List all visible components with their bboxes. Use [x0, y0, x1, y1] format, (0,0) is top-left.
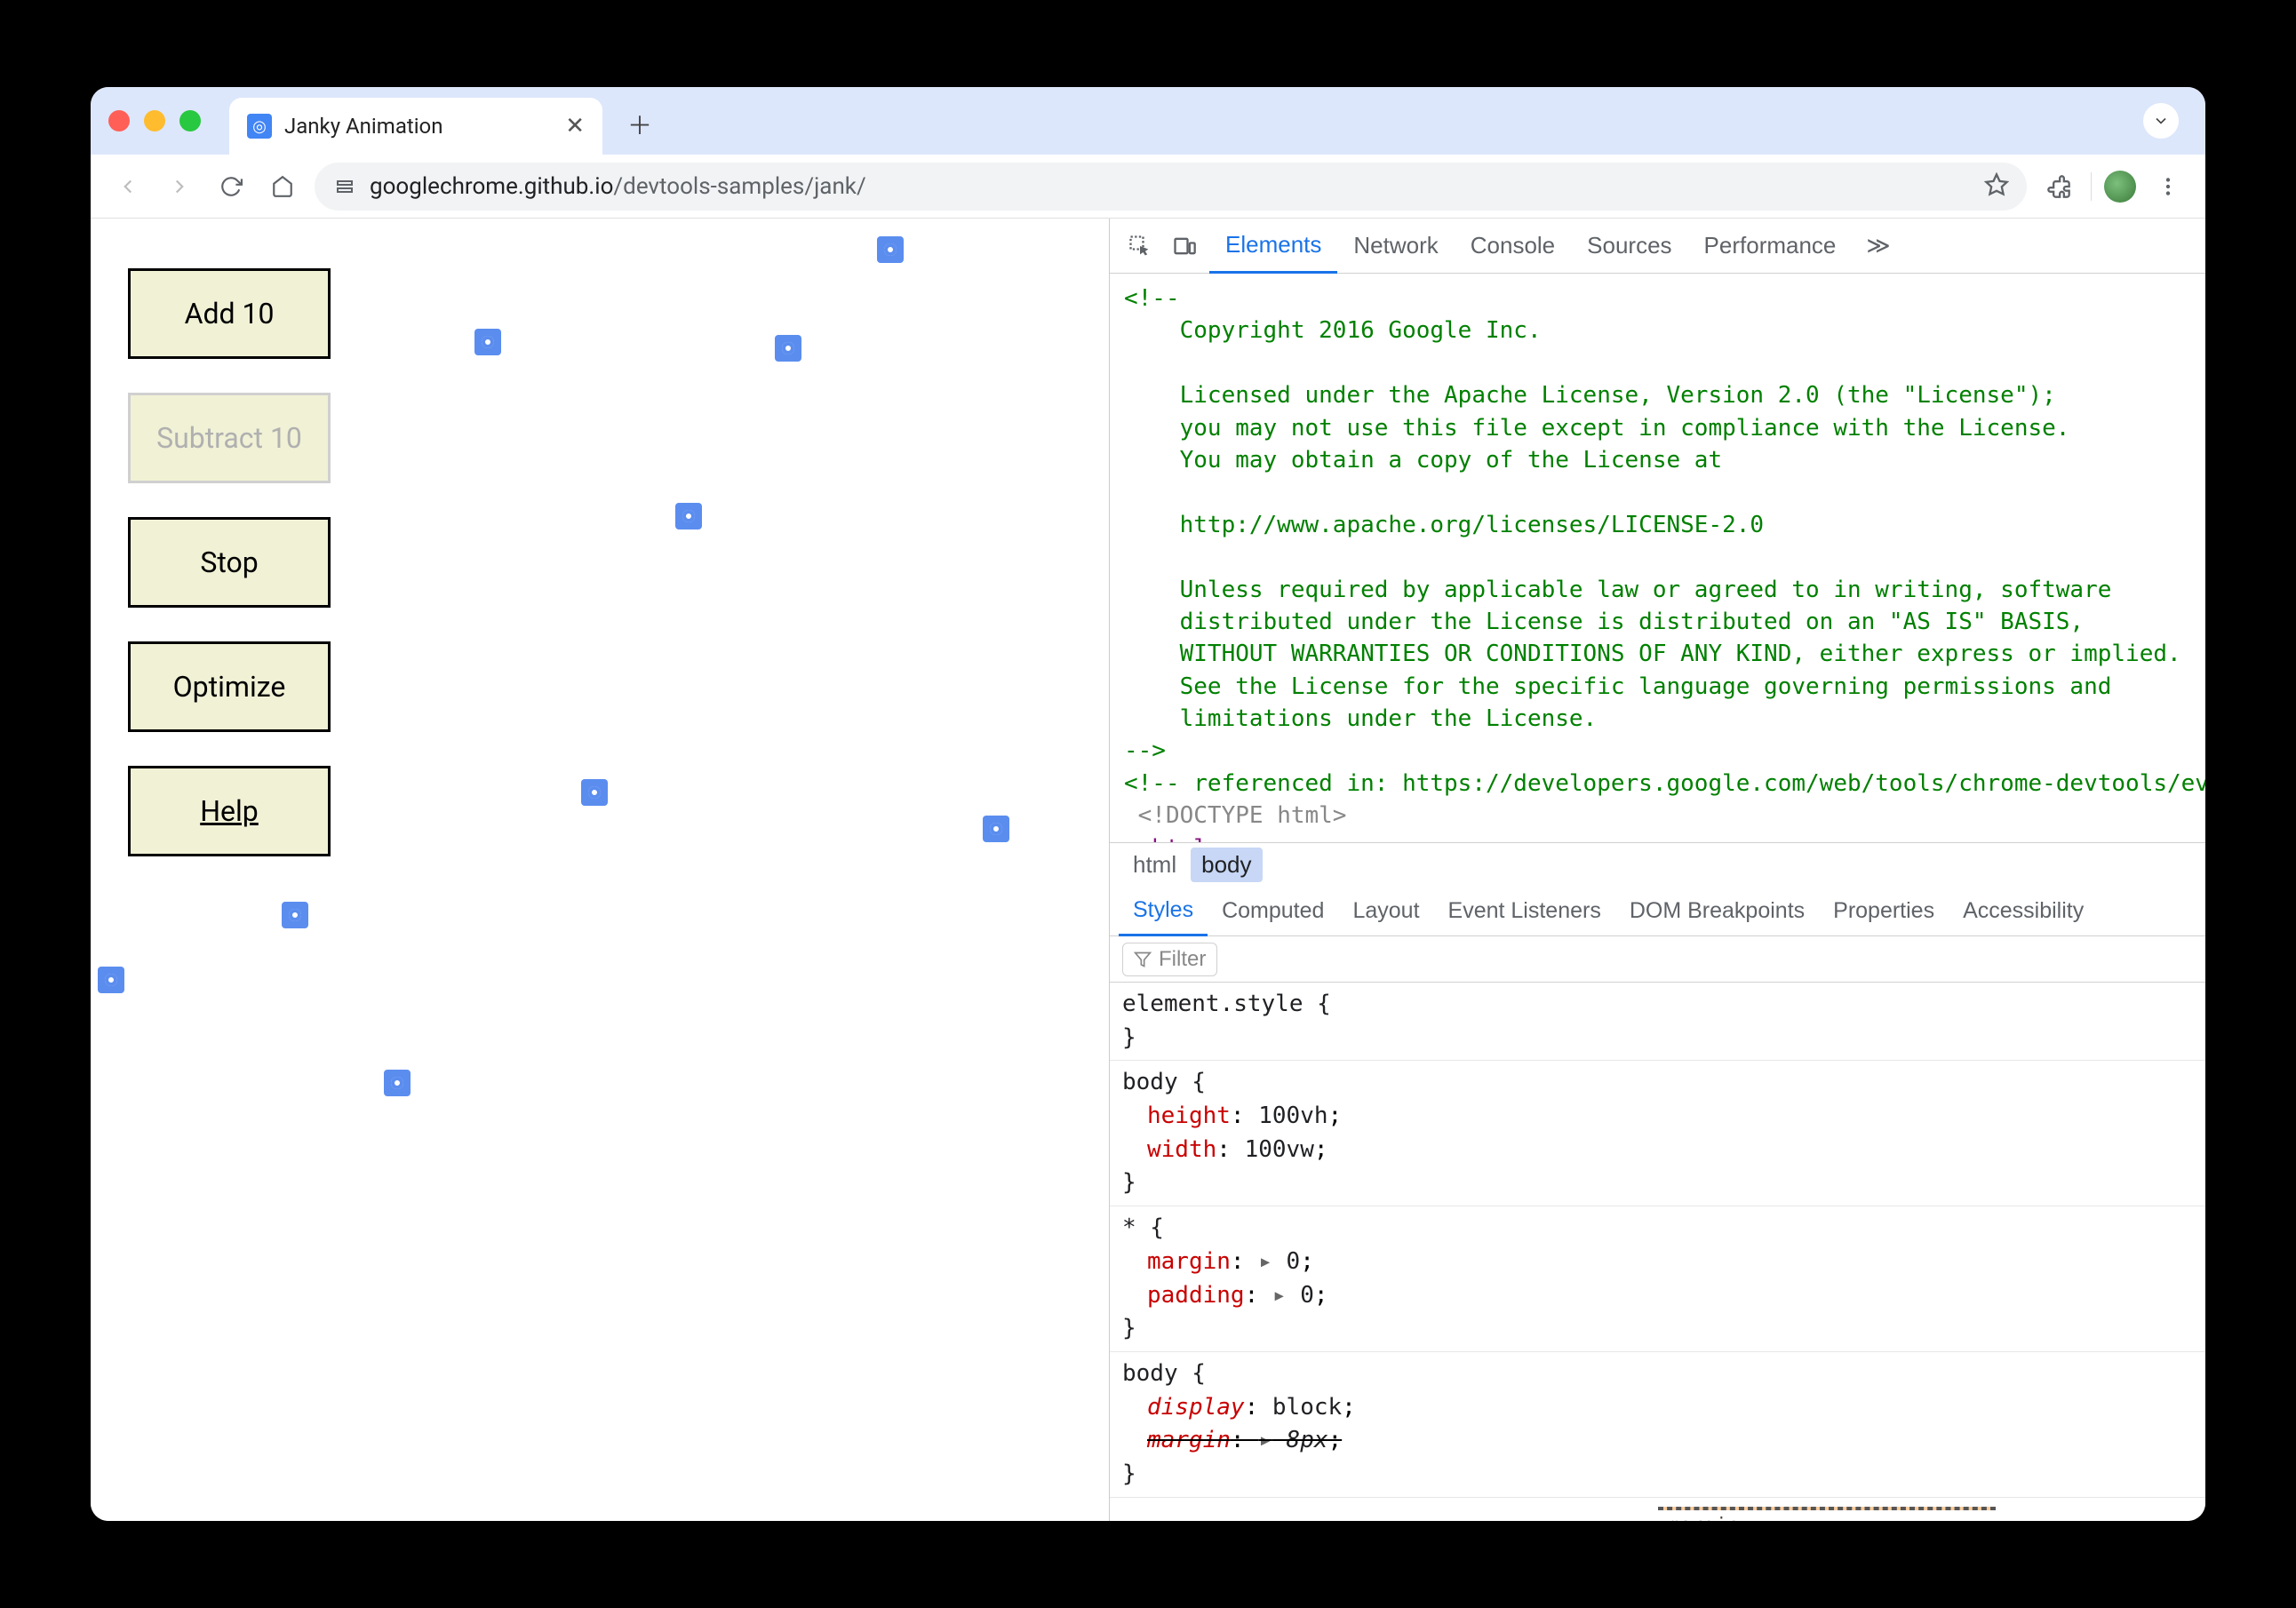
chrome-logo-sprite	[983, 816, 1009, 842]
address-bar[interactable]: googlechrome.github.io/devtools-samples/…	[315, 163, 2027, 211]
box-model-diagram[interactable]: margin -	[1110, 1498, 2205, 1510]
bookmark-icon[interactable]	[1984, 172, 2009, 201]
inspect-element-icon[interactable]	[1120, 227, 1160, 266]
chrome-logo-sprite	[474, 329, 501, 355]
traffic-lights	[108, 110, 201, 131]
breadcrumb-html[interactable]: html	[1122, 848, 1187, 882]
page-controls: Add 10 Subtract 10 Stop Optimize Help	[128, 268, 331, 856]
chrome-logo-sprite	[384, 1070, 411, 1096]
devtools-tab-network[interactable]: Network	[1337, 219, 1454, 274]
dom-comment[interactable]: <!-- Copyright 2016 Google Inc. Licensed…	[1124, 283, 2205, 768]
breadcrumb-body[interactable]: body	[1191, 848, 1262, 882]
style-rule-body-ua[interactable]: user agent stylesheet body { display: bl…	[1110, 1352, 2205, 1498]
toolbar-separator	[2091, 172, 2092, 201]
browser-toolbar: googlechrome.github.io/devtools-samples/…	[91, 155, 2205, 219]
box-model-margin-label: margin	[1669, 1512, 1739, 1521]
window-titlebar: ◎ Janky Animation ✕ ＋	[91, 87, 2205, 155]
page-viewport: Add 10 Subtract 10 Stop Optimize Help	[91, 219, 1109, 1521]
url-domain: googlechrome.github.io	[370, 173, 613, 200]
optimize-button[interactable]: Optimize	[128, 641, 331, 732]
styles-tabbar: StylesComputedLayoutEvent ListenersDOM B…	[1110, 887, 2205, 936]
dom-comment[interactable]: <!-- referenced in: https://developers.g…	[1124, 768, 2205, 800]
subtract-button[interactable]: Subtract 10	[128, 393, 331, 483]
styles-subtab-properties[interactable]: Properties	[1819, 887, 1949, 936]
box-model-margin-value: -	[1848, 1512, 1860, 1521]
devtools-tab-performance[interactable]: Performance	[1688, 219, 1853, 274]
styles-subtab-styles[interactable]: Styles	[1119, 887, 1208, 936]
close-window-button[interactable]	[108, 110, 130, 131]
devtools-tab-console[interactable]: Console	[1455, 219, 1571, 274]
profile-avatar[interactable]	[2104, 171, 2136, 203]
style-rule-universal[interactable]: styles.css:15 * { margin: ▸ 0; padding: …	[1110, 1206, 2205, 1352]
styles-subtab-layout[interactable]: Layout	[1338, 887, 1433, 936]
styles-subtab-event-listeners[interactable]: Event Listeners	[1434, 887, 1615, 936]
minimize-window-button[interactable]	[144, 110, 165, 131]
url-text: googlechrome.github.io/devtools-samples/…	[370, 173, 866, 200]
maximize-window-button[interactable]	[179, 110, 201, 131]
stop-button[interactable]: Stop	[128, 517, 331, 608]
chrome-logo-sprite	[675, 503, 702, 529]
tab-close-icon[interactable]: ✕	[565, 113, 585, 139]
dom-html-tag[interactable]: <html>	[1124, 832, 2205, 842]
tab-overflow-button[interactable]	[2143, 103, 2179, 139]
reload-button[interactable]	[211, 167, 251, 206]
chrome-logo-sprite	[282, 902, 308, 928]
filter-placeholder: Filter	[1159, 947, 1206, 972]
chrome-logo-sprite	[775, 335, 801, 362]
browser-menu-icon[interactable]	[2149, 167, 2188, 206]
styles-subtab-dom-breakpoints[interactable]: DOM Breakpoints	[1615, 887, 1819, 936]
help-button[interactable]: Help	[128, 766, 331, 856]
device-toggle-icon[interactable]	[1165, 227, 1204, 266]
tab-title: Janky Animation	[284, 114, 553, 139]
chrome-logo-sprite	[581, 779, 608, 806]
styles-subtab-accessibility[interactable]: Accessibility	[1949, 887, 2098, 936]
chrome-logo-sprite	[877, 236, 904, 263]
add-button[interactable]: Add 10	[128, 268, 331, 359]
tab-favicon: ◎	[247, 114, 272, 139]
devtools-tab-elements[interactable]: Elements	[1209, 219, 1337, 274]
url-path: /devtools-samples/jank/	[613, 173, 865, 200]
devtools-panel: ElementsNetworkConsoleSourcesPerformance…	[1109, 219, 2205, 1521]
home-button[interactable]	[263, 167, 302, 206]
extensions-icon[interactable]	[2039, 167, 2078, 206]
styles-filter-bar: Filter :hov .cls	[1110, 936, 2205, 983]
new-tab-button[interactable]: ＋	[626, 110, 654, 139]
dom-doctype[interactable]: <!DOCTYPE html>	[1124, 800, 2205, 832]
styles-filter-input[interactable]: Filter	[1122, 943, 1217, 976]
styles-pane[interactable]: element.style { } styles.css:20 body { h…	[1110, 983, 2205, 1521]
devtools-tabs-overflow-icon[interactable]: ≫	[1857, 232, 1899, 259]
back-button[interactable]	[108, 167, 147, 206]
dom-breadcrumbs: html body	[1110, 842, 2205, 887]
dom-tree[interactable]: <!-- Copyright 2016 Google Inc. Licensed…	[1110, 274, 2205, 842]
site-info-icon[interactable]	[332, 174, 357, 199]
style-rule-body[interactable]: styles.css:20 body { height: 100vh; widt…	[1110, 1061, 2205, 1206]
style-rule-element[interactable]: element.style { }	[1110, 983, 2205, 1061]
devtools-tabbar: ElementsNetworkConsoleSourcesPerformance…	[1110, 219, 2205, 274]
devtools-tab-sources[interactable]: Sources	[1571, 219, 1687, 274]
forward-button[interactable]	[160, 167, 199, 206]
filter-icon	[1134, 951, 1152, 968]
chrome-logo-sprite	[98, 967, 124, 993]
browser-tab[interactable]: ◎ Janky Animation ✕	[229, 98, 602, 155]
styles-subtab-computed[interactable]: Computed	[1208, 887, 1338, 936]
